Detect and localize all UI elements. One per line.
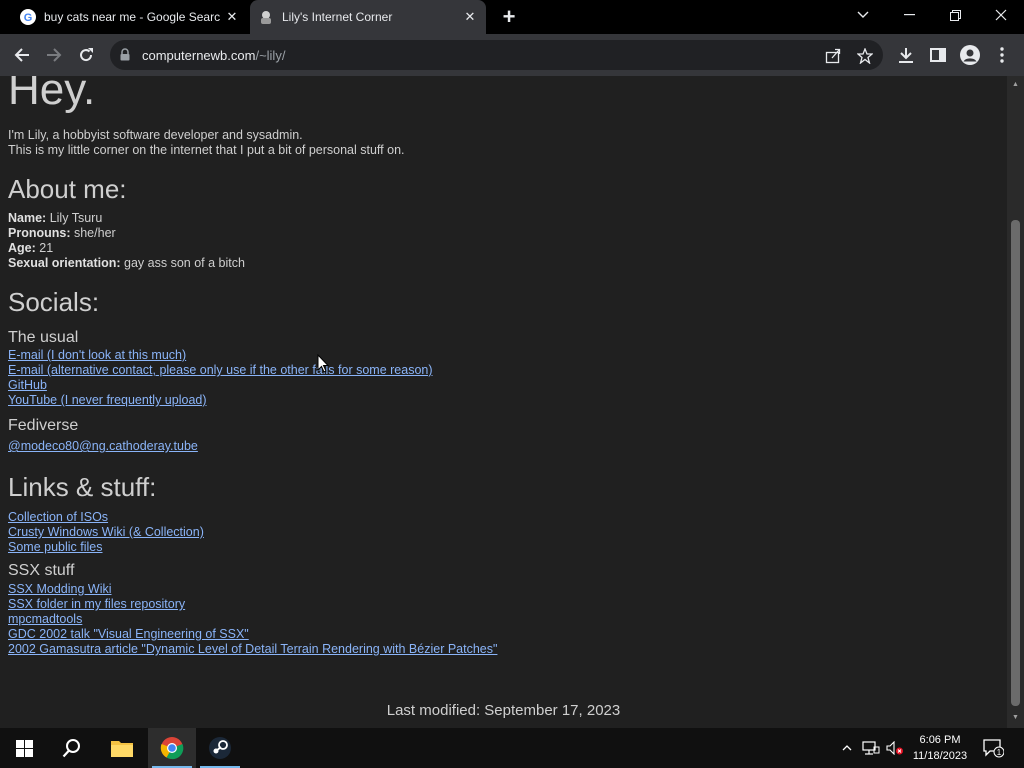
- about-value: gay ass son of a bitch: [124, 256, 245, 270]
- side-panel-icon[interactable]: [924, 41, 952, 69]
- lock-icon[interactable]: [120, 48, 130, 66]
- about-label: Pronouns:: [8, 226, 71, 240]
- scroll-up-icon[interactable]: ▲: [1011, 81, 1020, 90]
- github-link[interactable]: GitHub: [8, 378, 47, 393]
- windows-taskbar: 6:06 PM 11/18/2023 1: [0, 728, 1024, 768]
- notification-center-button[interactable]: 1: [978, 728, 1008, 768]
- share-icon[interactable]: [824, 47, 842, 65]
- about-label: Age:: [8, 241, 36, 255]
- intro-line: This is my little corner on the internet…: [8, 143, 405, 157]
- about-value: 21: [39, 241, 54, 255]
- steam-taskbar-button[interactable]: [196, 728, 244, 768]
- scroll-down-icon[interactable]: ▼: [1011, 714, 1020, 723]
- windows-logo-icon: [15, 739, 33, 757]
- public-files-link[interactable]: Some public files: [8, 540, 103, 555]
- about-row: Age: 21: [8, 241, 998, 256]
- mouse-cursor-icon: [317, 353, 330, 378]
- chrome-taskbar-button[interactable]: [148, 728, 196, 768]
- volume-muted-icon[interactable]: [884, 728, 906, 768]
- forward-button[interactable]: [40, 41, 68, 69]
- usual-heading: The usual: [8, 329, 79, 346]
- browser-toolbar: computernewb.com/~lily/: [0, 34, 1024, 76]
- page-heading: Hey.: [8, 76, 96, 114]
- ssx-wiki-link[interactable]: SSX Modding Wiki: [8, 582, 112, 597]
- search-icon: [62, 739, 80, 758]
- windows-wiki-link[interactable]: Crusty Windows Wiki (& Collection): [8, 525, 204, 540]
- notification-icon: 1: [983, 739, 1004, 758]
- search-button[interactable]: [48, 728, 96, 768]
- file-explorer-button[interactable]: [98, 728, 146, 768]
- about-row: Sexual orientation: gay ass son of a bit…: [8, 256, 998, 271]
- system-clock[interactable]: 6:06 PM 11/18/2023: [906, 732, 974, 764]
- tab-title: buy cats near me - Google Search: [44, 10, 220, 24]
- mpcmadtools-link[interactable]: mpcmadtools: [8, 612, 82, 627]
- tab-lily[interactable]: Lily's Internet Corner ✕: [250, 0, 486, 34]
- links-heading: Links & stuff:: [8, 472, 157, 502]
- arrow-left-icon: [14, 48, 29, 62]
- clock-date: 11/18/2023: [912, 750, 968, 762]
- new-tab-button[interactable]: +: [497, 4, 521, 29]
- fediverse-heading: Fediverse: [8, 417, 79, 434]
- about-value: Lily Tsuru: [49, 211, 103, 225]
- menu-kebab-icon[interactable]: [988, 41, 1016, 69]
- close-window-button[interactable]: [978, 0, 1024, 30]
- reload-icon: [80, 48, 93, 62]
- chrome-icon: [160, 737, 184, 760]
- socials-heading: Socials:: [8, 287, 100, 317]
- tab-title: Lily's Internet Corner: [282, 10, 393, 24]
- about-heading: About me:: [8, 174, 127, 204]
- iso-collection-link[interactable]: Collection of ISOs: [8, 510, 108, 525]
- gdc-talk-link[interactable]: GDC 2002 talk "Visual Engineering of SSX…: [8, 627, 249, 642]
- network-icon[interactable]: [860, 728, 882, 768]
- youtube-link[interactable]: YouTube (I never frequently upload): [8, 393, 207, 408]
- about-list: Name: Lily Tsuru Pronouns: she/her Age: …: [8, 211, 998, 271]
- about-value: she/her: [73, 226, 116, 240]
- tab-google-search[interactable]: G buy cats near me - Google Search ✕: [12, 0, 248, 34]
- about-label: Sexual orientation:: [8, 256, 121, 270]
- intro-line: I'm Lily, a hobbyist software developer …: [8, 128, 303, 142]
- ssx-heading: SSX stuff: [8, 562, 75, 579]
- address-bar[interactable]: computernewb.com/~lily/: [110, 40, 883, 70]
- show-hidden-icons-chevron-icon[interactable]: [838, 728, 856, 768]
- google-icon: G: [20, 9, 36, 25]
- tab-strip: G buy cats near me - Google Search ✕ Lil…: [0, 0, 1024, 34]
- page-content: Hey. I'm Lily, a hobbyist software devel…: [8, 76, 998, 657]
- arrow-right-icon: [47, 48, 62, 62]
- restore-button[interactable]: [932, 0, 978, 30]
- url-path: /~lily/: [255, 48, 286, 63]
- fediverse-link[interactable]: @modeco80@ng.cathoderay.tube: [8, 439, 198, 454]
- folder-icon: [111, 741, 133, 757]
- url-text[interactable]: computernewb.com/~lily/: [142, 48, 285, 63]
- ssx-folder-link[interactable]: SSX folder in my files repository: [8, 597, 185, 612]
- download-icon[interactable]: [892, 41, 920, 69]
- clock-time: 6:06 PM: [919, 734, 961, 746]
- back-button[interactable]: [8, 41, 36, 69]
- bookmark-star-icon[interactable]: [856, 47, 874, 65]
- site-icon: [258, 9, 274, 25]
- steam-icon: [209, 737, 231, 759]
- reload-button[interactable]: [72, 41, 100, 69]
- page-scrollbar[interactable]: ▲ ▼: [1007, 76, 1024, 728]
- about-row: Name: Lily Tsuru: [8, 211, 998, 226]
- email-alt-link[interactable]: E-mail (alternative contact, please only…: [8, 363, 433, 378]
- profile-avatar-icon[interactable]: [956, 41, 984, 69]
- close-icon[interactable]: ✕: [458, 5, 482, 29]
- notification-count: 1: [997, 748, 1002, 757]
- about-label: Name:: [8, 211, 47, 225]
- start-button[interactable]: [0, 728, 48, 768]
- gamasutra-article-link[interactable]: 2002 Gamasutra article "Dynamic Level of…: [8, 642, 497, 657]
- last-modified: Last modified: September 17, 2023: [386, 702, 621, 719]
- about-row: Pronouns: she/her: [8, 226, 998, 241]
- close-icon[interactable]: ✕: [220, 5, 244, 29]
- page-viewport[interactable]: Hey. I'm Lily, a hobbyist software devel…: [0, 76, 1007, 728]
- url-domain: computernewb.com: [142, 48, 256, 63]
- tab-search-chevron-icon[interactable]: [840, 0, 886, 30]
- scrollbar-thumb[interactable]: [1011, 220, 1020, 706]
- minimize-button[interactable]: [886, 0, 932, 30]
- email-link[interactable]: E-mail (I don't look at this much): [8, 348, 186, 363]
- svg-text:G: G: [24, 12, 33, 24]
